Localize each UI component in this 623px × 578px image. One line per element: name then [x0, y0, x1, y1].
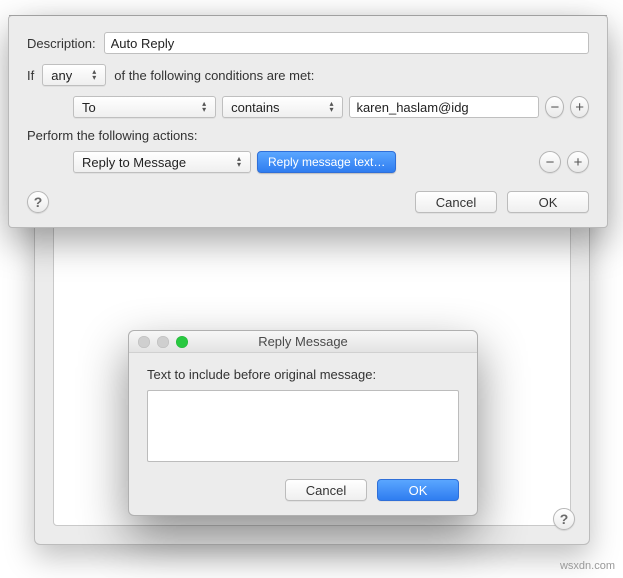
scope-value: any: [51, 68, 72, 83]
minus-icon: −: [550, 99, 559, 116]
action-row: Reply to Message Reply message text… − +: [73, 151, 589, 173]
if-label: If: [27, 68, 34, 83]
stepper-icon: [197, 101, 211, 113]
help-button[interactable]: ?: [27, 191, 49, 213]
help-button[interactable]: ?: [553, 508, 575, 530]
add-action-button[interactable]: +: [567, 151, 589, 173]
plus-icon: +: [575, 99, 584, 116]
close-icon[interactable]: [138, 336, 150, 348]
action-type-value: Reply to Message: [82, 155, 186, 170]
conditions-suffix: of the following conditions are met:: [114, 68, 314, 83]
description-label: Description:: [27, 36, 96, 51]
rule-editor-sheet: Description: If any of the following con…: [8, 15, 608, 228]
condition-operator-select[interactable]: contains: [222, 96, 343, 118]
cancel-button[interactable]: Cancel: [415, 191, 497, 213]
actions-label: Perform the following actions:: [27, 128, 589, 143]
button-label: OK: [409, 483, 428, 498]
remove-action-button[interactable]: −: [539, 151, 561, 173]
stepper-icon: [232, 156, 246, 168]
description-input[interactable]: [104, 32, 589, 54]
condition-field-select[interactable]: To: [73, 96, 216, 118]
reply-button-label: Reply message text…: [268, 155, 385, 169]
condition-field-value: To: [82, 100, 96, 115]
button-label: OK: [539, 195, 558, 210]
condition-value-input[interactable]: [349, 96, 539, 118]
help-icon: ?: [34, 194, 43, 210]
minimize-icon[interactable]: [157, 336, 169, 348]
cancel-button[interactable]: Cancel: [285, 479, 367, 501]
minus-icon: −: [546, 154, 555, 171]
window-controls: [129, 336, 188, 348]
help-icon: ?: [560, 511, 569, 527]
button-label: Cancel: [436, 195, 476, 210]
plus-icon: +: [574, 154, 583, 171]
ok-button[interactable]: OK: [377, 479, 459, 501]
remove-condition-button[interactable]: −: [545, 96, 564, 118]
watermark: wsxdn.com: [560, 560, 615, 572]
stepper-icon: [87, 69, 101, 81]
reply-prompt: Text to include before original message:: [147, 367, 459, 382]
stepper-icon: [324, 101, 338, 113]
condition-operator-value: contains: [231, 100, 279, 115]
action-type-select[interactable]: Reply to Message: [73, 151, 251, 173]
reply-text-input[interactable]: [147, 390, 459, 462]
add-condition-button[interactable]: +: [570, 96, 589, 118]
modal-titlebar: Reply Message: [129, 331, 477, 353]
scope-select[interactable]: any: [42, 64, 106, 86]
ok-button[interactable]: OK: [507, 191, 589, 213]
button-label: Cancel: [306, 483, 346, 498]
reply-message-modal: Reply Message Text to include before ori…: [128, 330, 478, 516]
condition-row: To contains − +: [73, 96, 589, 118]
reply-message-text-button[interactable]: Reply message text…: [257, 151, 396, 173]
zoom-icon[interactable]: [176, 336, 188, 348]
